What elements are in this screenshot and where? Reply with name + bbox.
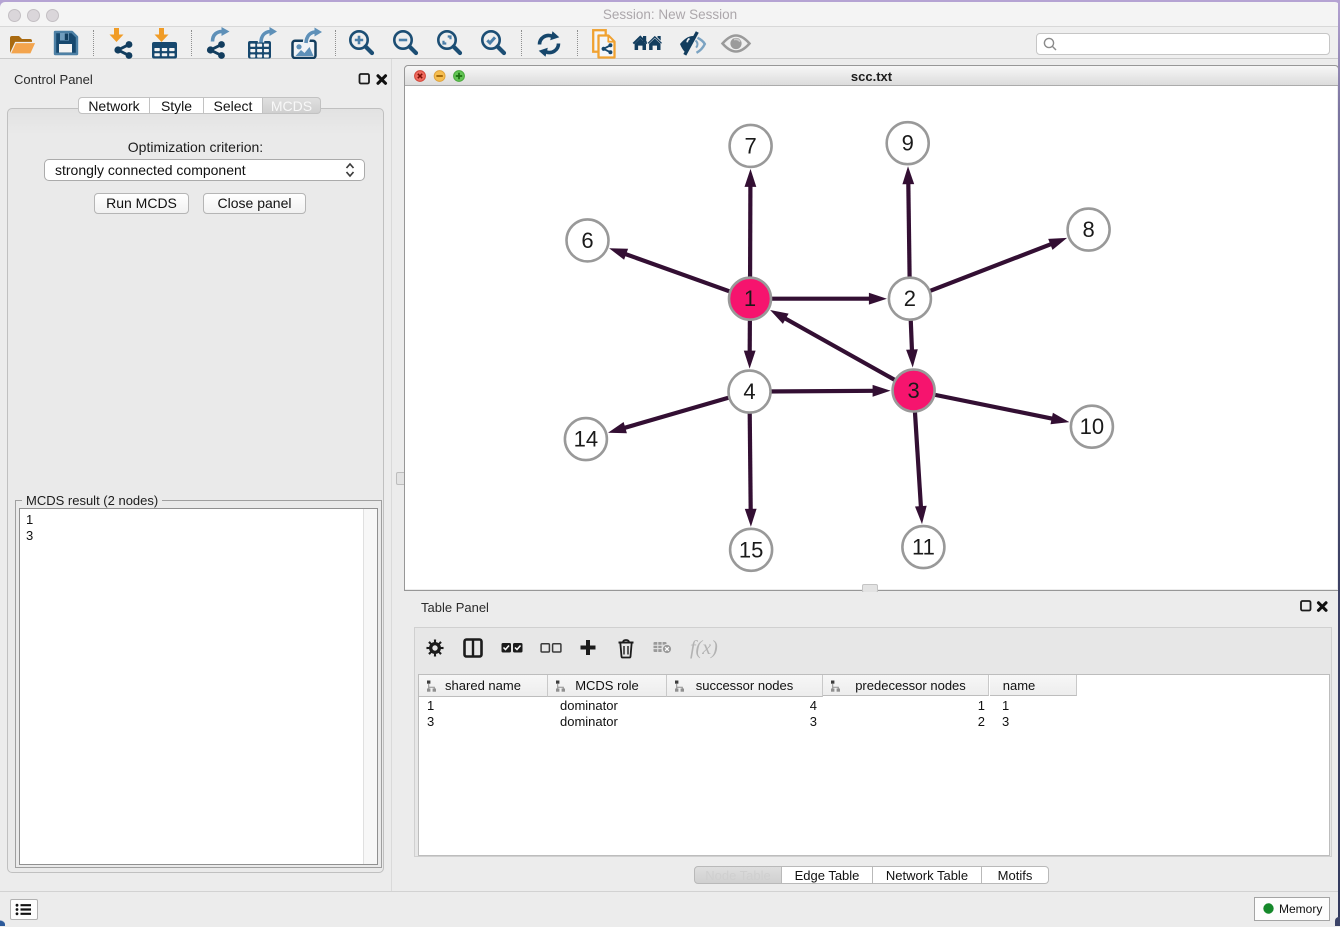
svg-text:f(x): f(x) [690, 637, 718, 659]
svg-text:15: 15 [739, 537, 763, 562]
svg-text:4: 4 [743, 379, 755, 404]
svg-text:10: 10 [1080, 414, 1104, 439]
svg-text:7: 7 [744, 133, 756, 158]
svg-text:2: 2 [904, 286, 916, 311]
svg-text:3: 3 [907, 378, 919, 403]
svg-text:1: 1 [744, 286, 756, 311]
svg-text:14: 14 [574, 427, 598, 452]
svg-text:11: 11 [912, 535, 935, 560]
svg-text:6: 6 [581, 228, 593, 253]
svg-text:8: 8 [1082, 217, 1094, 242]
svg-text:9: 9 [902, 131, 914, 156]
